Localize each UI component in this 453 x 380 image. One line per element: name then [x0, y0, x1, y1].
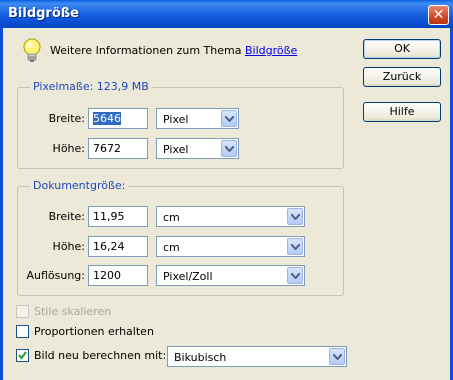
ok-button[interactable]: OK — [363, 39, 441, 59]
resolution-value: 1200 — [93, 269, 121, 282]
title-bar[interactable]: Bildgröße ✕ — [0, 0, 453, 28]
image-size-dialog: Bildgröße ✕ Weitere Informationen zum Th… — [0, 0, 453, 380]
pixel-height-unit: Pixel — [163, 143, 189, 156]
resample-method-select[interactable]: Bikubisch — [167, 346, 347, 367]
pixel-width-input[interactable]: 5646 — [88, 108, 148, 129]
chevron-down-icon[interactable] — [329, 348, 345, 365]
doc-width-label: Breite: — [48, 210, 85, 223]
scale-styles-label: Stile skalieren — [34, 305, 112, 318]
resolution-unit: Pixel/Zoll — [163, 270, 213, 283]
resolution-unit-select[interactable]: Pixel/Zoll — [156, 265, 305, 286]
close-icon: ✕ — [432, 7, 445, 23]
pixel-height-unit-select[interactable]: Pixel — [156, 138, 239, 159]
doc-height-unit-select[interactable]: cm — [156, 236, 305, 257]
chevron-down-icon[interactable] — [221, 110, 237, 127]
help-button[interactable]: Hilfe — [363, 102, 441, 122]
doc-height-value: 16,24 — [93, 240, 125, 253]
dialog-title: Bildgröße — [8, 6, 79, 21]
resample-method: Bikubisch — [174, 351, 227, 364]
lightbulb-icon — [22, 38, 42, 64]
document-size-title: Dokumentgröße: — [30, 179, 129, 192]
doc-width-unit-select[interactable]: cm — [156, 206, 305, 227]
pixel-width-unit: Pixel — [163, 113, 189, 126]
pixel-height-input[interactable]: 7672 — [88, 138, 148, 159]
pixel-height-label: Höhe: — [52, 142, 85, 155]
constrain-proportions-checkbox[interactable] — [16, 325, 29, 338]
chevron-down-icon[interactable] — [287, 238, 303, 255]
resolution-label: Auflösung: — [26, 269, 85, 282]
resolution-input[interactable]: 1200 — [88, 265, 148, 286]
chevron-down-icon[interactable] — [287, 267, 303, 284]
doc-width-input[interactable]: 11,95 — [88, 206, 148, 227]
close-button[interactable]: ✕ — [428, 5, 449, 25]
doc-height-input[interactable]: 16,24 — [88, 236, 148, 257]
scale-styles-checkbox[interactable] — [16, 305, 29, 318]
info-text: Weitere Informationen zum Thema Bildgröß… — [50, 44, 297, 57]
doc-height-unit: cm — [163, 241, 180, 254]
pixel-width-unit-select[interactable]: Pixel — [156, 108, 239, 129]
pixel-width-value: 5646 — [93, 112, 121, 125]
pixel-height-value: 7672 — [93, 142, 121, 155]
info-description: Weitere Informationen zum Thema — [50, 44, 245, 57]
constrain-proportions-label: Proportionen erhalten — [34, 325, 154, 338]
doc-height-label: Höhe: — [52, 240, 85, 253]
back-button[interactable]: Zurück — [363, 67, 441, 87]
doc-width-value: 11,95 — [93, 210, 125, 223]
chevron-down-icon[interactable] — [287, 208, 303, 225]
resample-label: Bild neu berechnen mit: — [34, 349, 167, 362]
pixel-width-label: Breite: — [48, 112, 85, 125]
chevron-down-icon[interactable] — [221, 140, 237, 157]
resample-checkbox[interactable] — [16, 349, 29, 362]
checkmark-icon — [18, 351, 27, 360]
window-frame-left — [0, 28, 3, 380]
info-link[interactable]: Bildgröße — [245, 44, 297, 57]
doc-width-unit: cm — [163, 211, 180, 224]
pixel-dimensions-title: Pixelmaße: 123,9 MB — [30, 80, 152, 93]
